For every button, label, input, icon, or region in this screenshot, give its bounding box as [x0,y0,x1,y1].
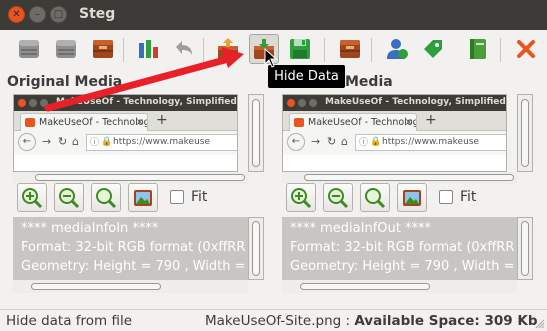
mouse-cursor-icon [264,48,278,68]
tooltip: Hide Data [268,65,345,88]
